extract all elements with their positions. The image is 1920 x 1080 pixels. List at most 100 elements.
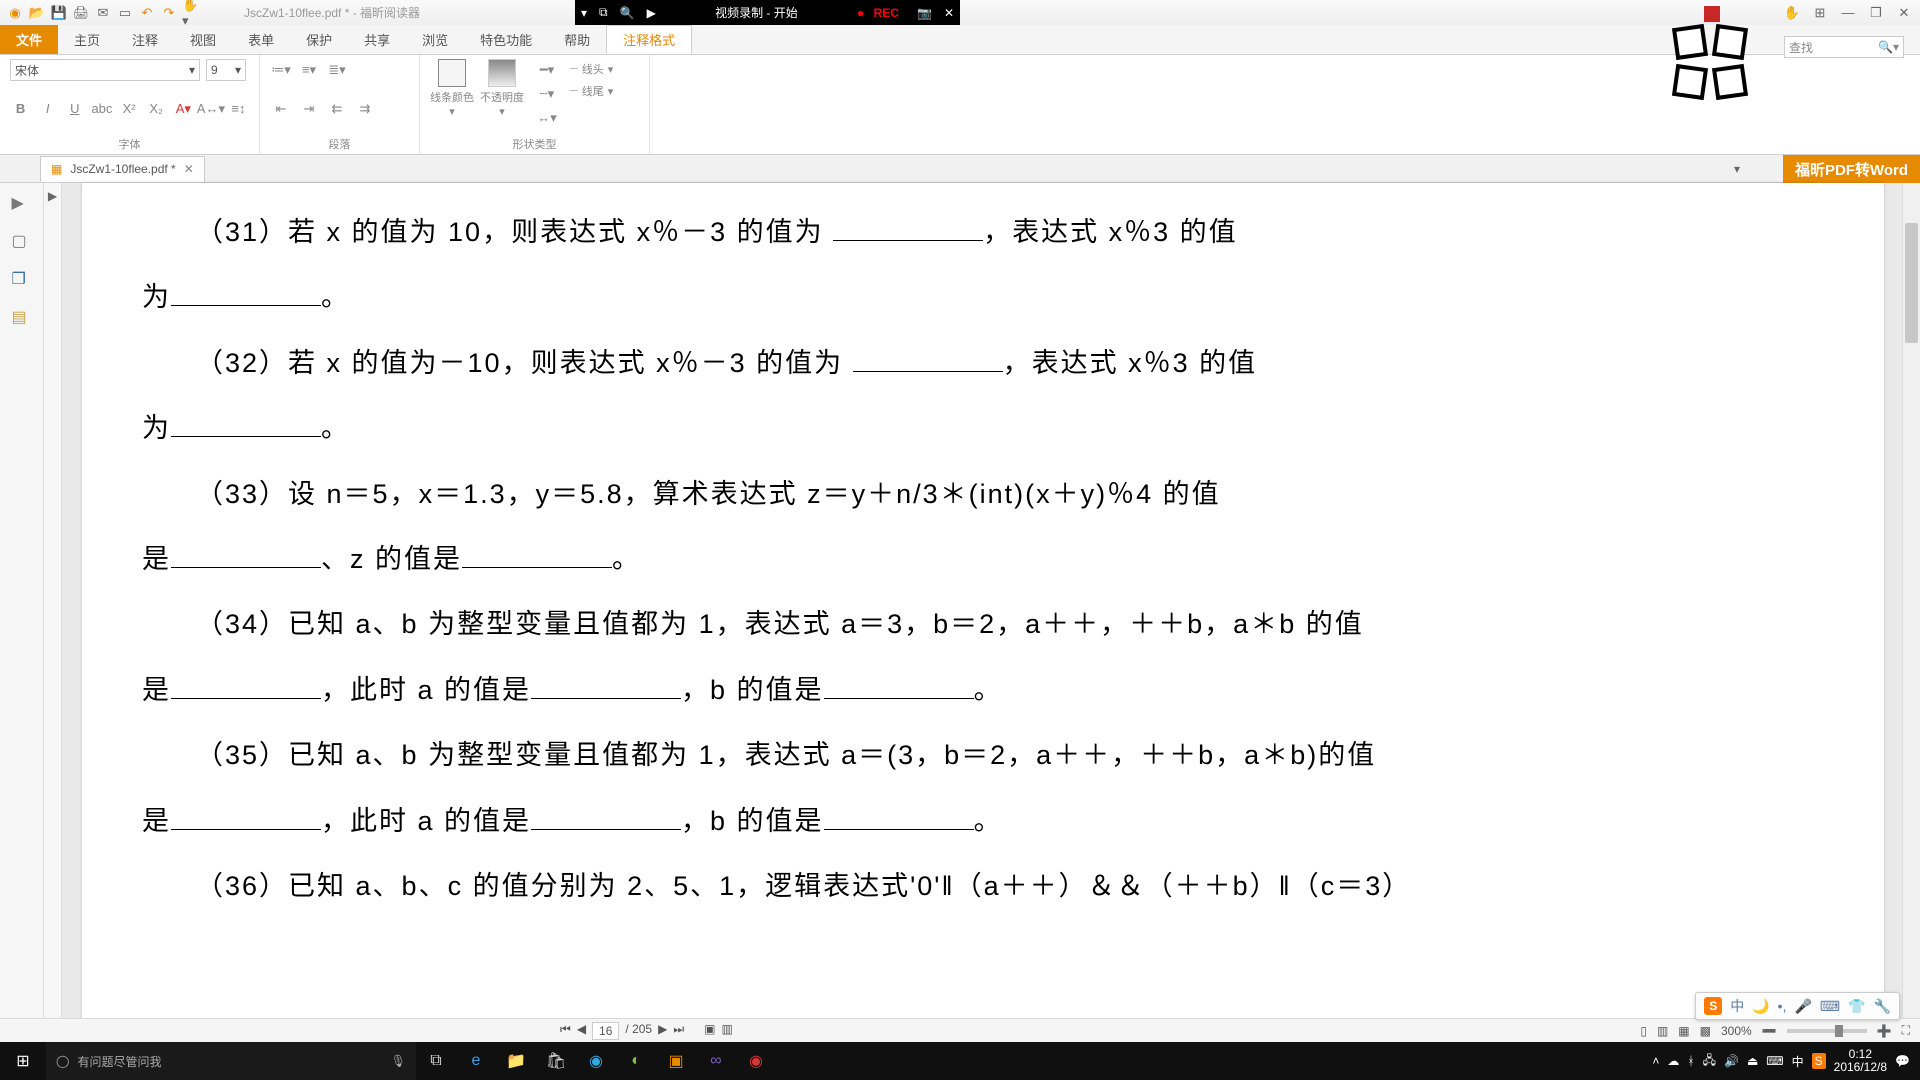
- doc-tab[interactable]: ▦ JscZw1-10flee.pdf * ✕: [40, 156, 205, 182]
- zoom-slider[interactable]: [1787, 1029, 1867, 1033]
- rec-close-icon[interactable]: ✕: [938, 6, 960, 20]
- tab-view[interactable]: 视图: [174, 25, 232, 54]
- tab-format[interactable]: 注释格式: [606, 25, 692, 54]
- tab-browse[interactable]: 浏览: [406, 25, 464, 54]
- rec-camera-icon[interactable]: 📷: [911, 6, 938, 20]
- store-icon[interactable]: 🛍: [536, 1051, 576, 1071]
- underline-button[interactable]: U: [64, 98, 85, 120]
- app2-icon[interactable]: ◐: [616, 1052, 656, 1070]
- tray-ime[interactable]: 中: [1792, 1053, 1804, 1070]
- expand-icon[interactable]: ▶: [12, 193, 32, 213]
- cont-view-icon[interactable]: ▥: [722, 1022, 733, 1040]
- vs-icon[interactable]: ∞: [696, 1052, 736, 1070]
- tray-kbd-icon[interactable]: ⌨: [1766, 1054, 1783, 1068]
- outdent-button[interactable]: ⇇: [326, 98, 348, 120]
- zoom-out-button[interactable]: ➖: [1762, 1024, 1777, 1038]
- find-box[interactable]: 查找🔍▾: [1784, 36, 1904, 58]
- undo-icon[interactable]: ↶: [138, 4, 156, 22]
- rec-menu-icon[interactable]: ▾: [575, 6, 593, 20]
- zoom-in-button[interactable]: ➕: [1877, 1024, 1892, 1038]
- tab-help[interactable]: 帮助: [548, 25, 606, 54]
- redo-icon[interactable]: ↷: [160, 4, 178, 22]
- ime-punct-icon[interactable]: •,: [1778, 998, 1787, 1014]
- font-family-select[interactable]: 宋体▾: [10, 59, 200, 81]
- ime-kbd-icon[interactable]: ⌨: [1820, 998, 1840, 1015]
- touch-icon[interactable]: ✋: [1782, 4, 1802, 22]
- tray-eject-icon[interactable]: ⏏: [1747, 1054, 1758, 1068]
- bold-button[interactable]: B: [10, 98, 31, 120]
- doc-tab-close-icon[interactable]: ✕: [184, 162, 194, 176]
- start-button[interactable]: ⊞: [0, 1051, 46, 1071]
- ime-lang[interactable]: 中: [1730, 996, 1744, 1016]
- tray-up-icon[interactable]: ˄: [1652, 1054, 1659, 1068]
- foxit-icon[interactable]: ▣: [656, 1051, 696, 1071]
- mic-icon[interactable]: 🎙: [391, 1054, 406, 1068]
- page-view[interactable]: （31）若 x 的值为 10，则表达式 x％－3 的值为 ，表达式 x％3 的值…: [82, 183, 1884, 1042]
- scrollbar-thumb[interactable]: [1905, 223, 1918, 343]
- explorer-icon[interactable]: 📁: [496, 1051, 536, 1071]
- rec-window-icon[interactable]: ⧉: [593, 5, 614, 20]
- rec-play-icon[interactable]: ▶: [641, 6, 662, 20]
- tab-overflow-icon[interactable]: ▾: [1734, 162, 1740, 176]
- align-button[interactable]: ≣▾: [326, 59, 348, 81]
- view-cont-icon[interactable]: ▥: [1657, 1024, 1668, 1038]
- thumb-view-icon[interactable]: ▣: [704, 1022, 715, 1040]
- number-list-button[interactable]: ≡▾: [298, 59, 320, 81]
- view-facing-icon[interactable]: ▦: [1678, 1024, 1689, 1038]
- tray-vol-icon[interactable]: 🔊: [1724, 1054, 1739, 1068]
- tab-annot[interactable]: 注释: [116, 25, 174, 54]
- vertical-scrollbar[interactable]: [1902, 183, 1920, 1042]
- view-single-icon[interactable]: ▯: [1640, 1024, 1647, 1038]
- italic-button[interactable]: I: [37, 98, 58, 120]
- tab-file[interactable]: 文件: [0, 25, 58, 54]
- sub-button[interactable]: X₂: [146, 98, 167, 120]
- bookmark-icon[interactable]: ▢: [12, 231, 32, 251]
- page-number-input[interactable]: 16: [592, 1022, 619, 1040]
- print-icon[interactable]: 🖨: [72, 4, 90, 22]
- font-color-button[interactable]: A▾: [173, 98, 194, 120]
- sup-button[interactable]: X²: [119, 98, 140, 120]
- tab-home[interactable]: 主页: [58, 25, 116, 54]
- ime-toolbar[interactable]: S 中 🌙 •, 🎤 ⌨ 👕 🔧: [1695, 992, 1900, 1020]
- bullet-list-button[interactable]: ≔▾: [270, 59, 292, 81]
- maximize-icon[interactable]: ❐: [1866, 4, 1886, 22]
- collapse-handle[interactable]: ▶: [44, 183, 62, 1042]
- app1-icon[interactable]: ◉: [576, 1051, 616, 1071]
- save-icon[interactable]: 💾: [50, 4, 68, 22]
- char-spacing-button[interactable]: A↔▾: [200, 98, 222, 120]
- flag-icon[interactable]: [1704, 6, 1720, 22]
- tab-form[interactable]: 表单: [232, 25, 290, 54]
- linetail-button[interactable]: 线尾▾: [570, 81, 613, 101]
- minimize-icon[interactable]: —: [1838, 4, 1858, 22]
- opacity-button[interactable]: 不透明度▾: [480, 59, 524, 118]
- tab-protect[interactable]: 保护: [290, 25, 348, 54]
- open-icon[interactable]: 📂: [28, 4, 46, 22]
- linehead-button[interactable]: 线头▾: [570, 59, 613, 79]
- tray-cloud-icon[interactable]: ☁: [1667, 1054, 1679, 1068]
- tab-share[interactable]: 共享: [348, 25, 406, 54]
- grid-icon[interactable]: ⊞: [1810, 4, 1830, 22]
- pdf-to-word-button[interactable]: 福昕PDF转Word: [1783, 155, 1920, 183]
- indent-button[interactable]: ⇉: [354, 98, 376, 120]
- prev-page-button[interactable]: ◀: [577, 1022, 586, 1040]
- edge-icon[interactable]: e: [456, 1052, 496, 1070]
- ime-moon-icon[interactable]: 🌙: [1752, 998, 1769, 1015]
- mail-icon[interactable]: ✉: [94, 4, 112, 22]
- ime-mic-icon[interactable]: 🎤: [1794, 998, 1811, 1015]
- taskview-icon[interactable]: ⧉: [416, 1052, 456, 1070]
- new-icon[interactable]: ▭: [116, 4, 134, 22]
- last-page-button[interactable]: ⏭: [673, 1022, 684, 1040]
- line-height-button[interactable]: ≡↕: [228, 98, 249, 120]
- fullscreen-icon[interactable]: ⛶: [1902, 1023, 1910, 1038]
- linecolor-button[interactable]: 线条颜色▾: [430, 59, 474, 118]
- close-icon[interactable]: ✕: [1894, 4, 1914, 22]
- pages-icon[interactable]: ❐: [12, 269, 32, 289]
- strike-button[interactable]: abc: [91, 98, 112, 120]
- tray-net-icon[interactable]: 🖧: [1703, 1051, 1716, 1072]
- ime-tool-icon[interactable]: 🔧: [1874, 998, 1891, 1015]
- zoom-value[interactable]: 300%: [1721, 1024, 1752, 1038]
- font-size-select[interactable]: 9▾: [206, 59, 246, 81]
- tab-feature[interactable]: 特色功能: [464, 25, 548, 54]
- tray-bt-icon[interactable]: ᚼ: [1687, 1054, 1694, 1068]
- taskbar-clock[interactable]: 0:12 2016/12/8: [1834, 1048, 1887, 1074]
